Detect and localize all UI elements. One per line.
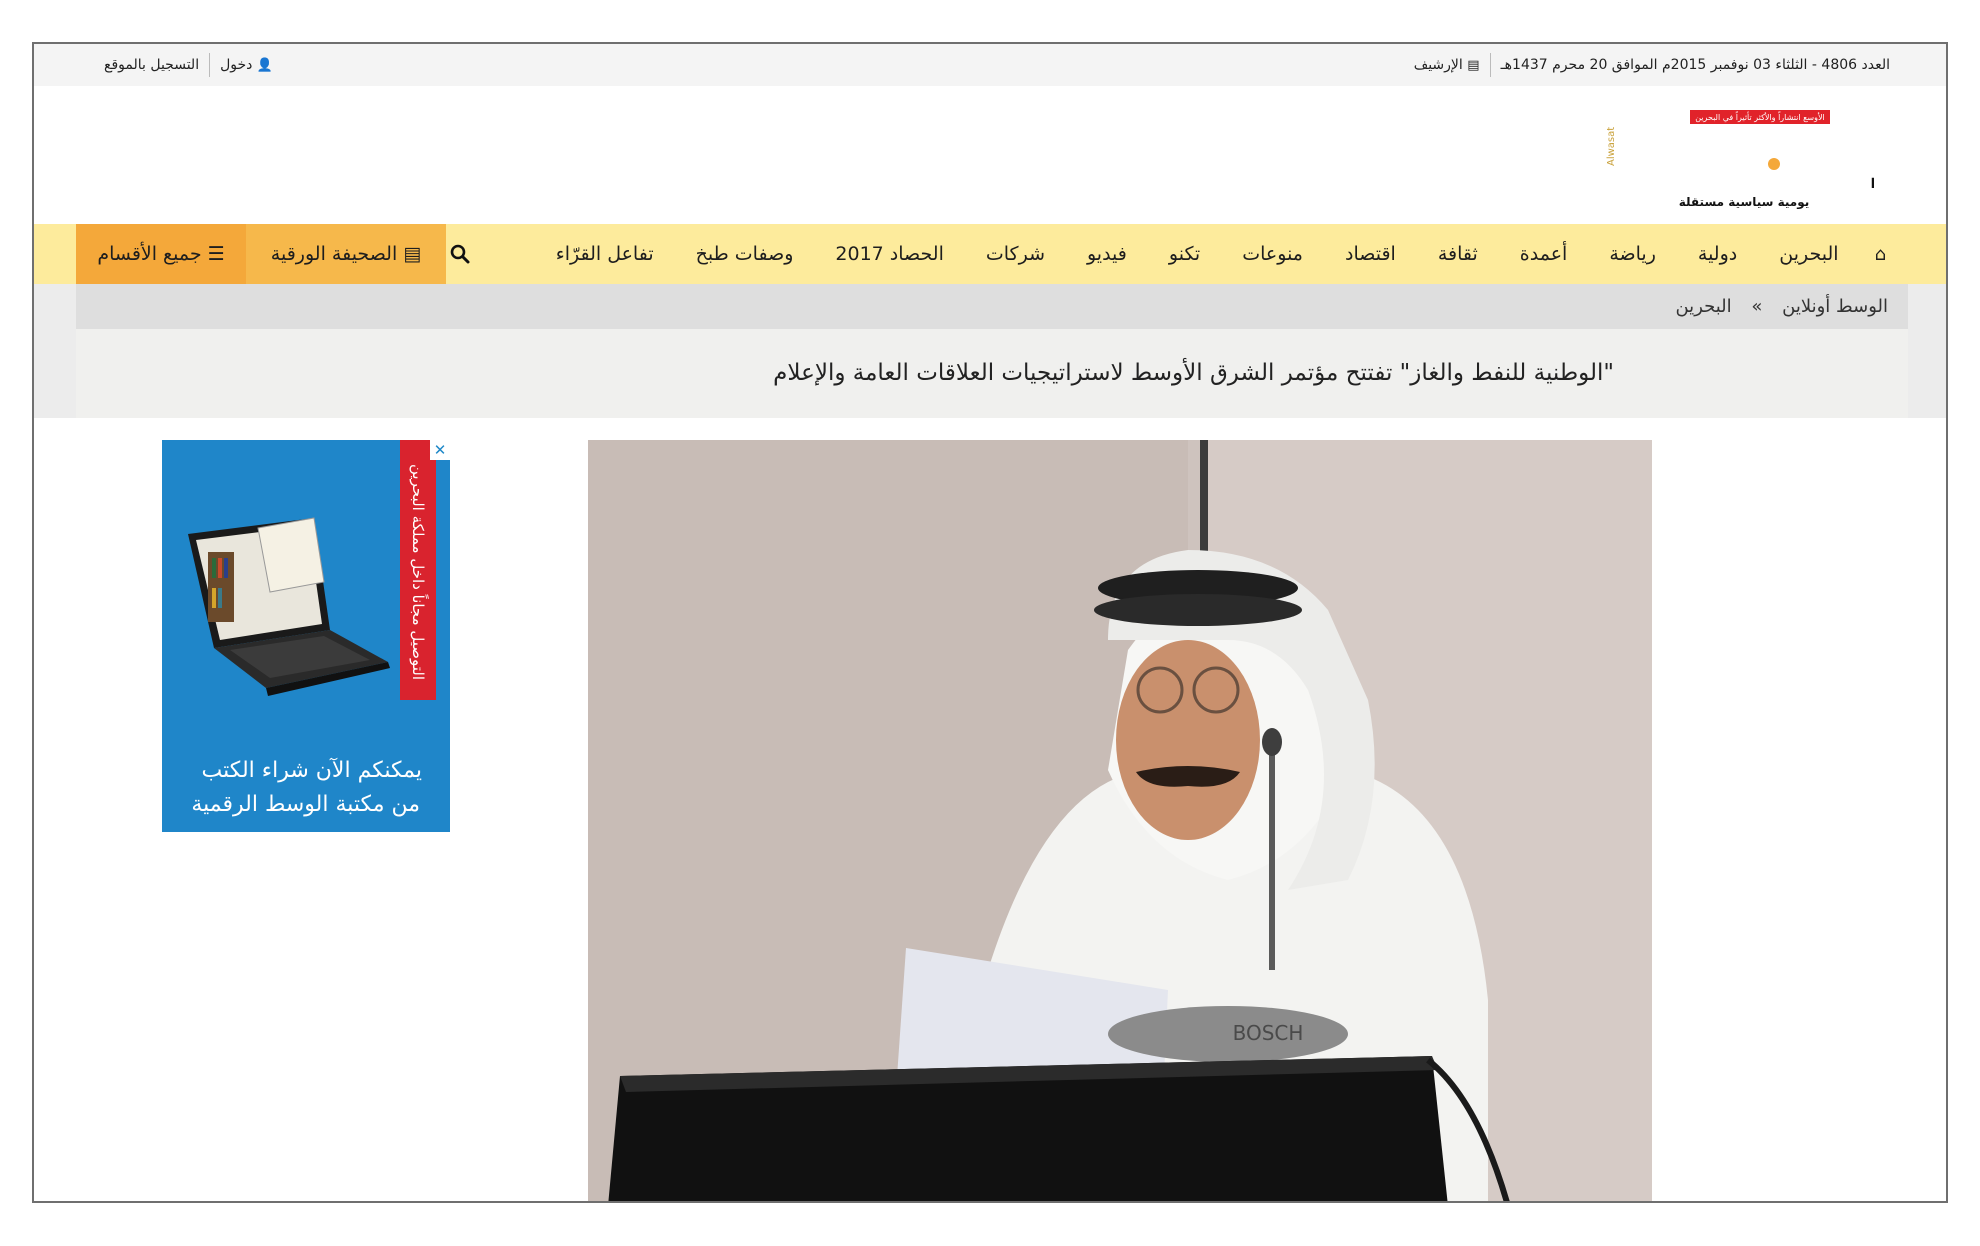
nav-item-economy[interactable]: اقتصاد [1345, 243, 1396, 265]
newspaper-icon: ▤ [1467, 58, 1480, 73]
breadcrumb-separator: » [1751, 296, 1763, 317]
ad-ribbon-text: التوصيل مجاناً داخل مملكة البحرين [409, 463, 427, 681]
user-icon: 👤 [256, 58, 274, 73]
top-bar: العدد 4806 - الثلثاء 03 نوفمبر 2015م الم… [34, 44, 1946, 86]
home-icon[interactable]: ⌂ [1875, 244, 1886, 265]
nav-item-misc[interactable]: منوعات [1242, 243, 1303, 265]
divider [1489, 53, 1491, 77]
logo-latin: Alwasat [1606, 127, 1617, 166]
book-store-ad[interactable]: التوصيل مجاناً داخل مملكة البحرين ✕ يمكن… [162, 440, 450, 832]
search-icon[interactable] [449, 243, 471, 265]
breadcrumb-home[interactable]: الوسط أونلاين [1782, 296, 1888, 317]
nav-item-techno[interactable]: تكنو [1169, 243, 1200, 265]
divider [209, 53, 211, 77]
ad-subline: من مكتبة الوسط الرقمية [191, 792, 420, 817]
breadcrumb-inner: الوسط أونلاين » البحرين [1675, 284, 1888, 329]
account-links: التسجيل بالموقع دخول 👤 [104, 44, 273, 86]
logo-wordmark: الوسط [1866, 113, 1874, 208]
nav-item-sports[interactable]: رياضة [1609, 243, 1656, 265]
nav-item-culture[interactable]: ثقافة [1438, 243, 1478, 265]
main-nav: ⌂ البحرين دولية رياضة أعمدة ثقافة اقتصاد… [34, 224, 1946, 284]
issue-date: العدد 4806 - الثلثاء 03 نوفمبر 2015م الم… [1500, 57, 1890, 73]
logo-dot [1768, 158, 1780, 170]
site-logo[interactable]: الأوسع انتشاراً والأكثر تأثيراً في البحر… [1604, 106, 1874, 212]
logo-banner-text: الأوسع انتشاراً والأكثر تأثيراً في البحر… [1695, 111, 1825, 122]
mic-brand: BOSCH [1233, 1021, 1304, 1045]
logo-tagline: يومية سياسية مستقلة [1679, 195, 1810, 210]
nav-item-columns[interactable]: أعمدة [1520, 243, 1568, 265]
nav-item-companies[interactable]: شركات [986, 243, 1045, 265]
article-title: "الوطنية للنفط والغاز" تفتتح مؤتمر الشرق… [773, 360, 1614, 386]
archive-link[interactable]: ▤ الإرشيف [1414, 44, 1480, 86]
ad-headline: يمكنكم الآن شراء الكتب [201, 758, 422, 783]
nav-items: ⌂ البحرين دولية رياضة أعمدة ثقافة اقتصاد… [514, 224, 1886, 284]
nav-item-harvest-2017[interactable]: الحصاد 2017 [835, 243, 943, 265]
nav-item-recipes[interactable]: وصفات طبخ [696, 243, 794, 265]
breadcrumb: الوسط أونلاين » البحرين [76, 284, 1908, 329]
nav-item-reader-interaction[interactable]: تفاعل القرّاء [556, 243, 654, 265]
site-header: الأوسع انتشاراً والأكثر تأثيراً في البحر… [34, 86, 1946, 224]
breadcrumb-current[interactable]: البحرين [1675, 296, 1731, 317]
close-icon[interactable]: ✕ [430, 440, 450, 460]
browser-viewport: العدد 4806 - الثلثاء 03 نوفمبر 2015م الم… [32, 42, 1948, 1203]
all-sections-button[interactable]: ☰ جميع الأقسام [76, 224, 246, 284]
register-link[interactable]: التسجيل بالموقع [104, 44, 199, 86]
article-photo: BOSCH [588, 440, 1652, 1201]
print-edition-button[interactable]: ▤ الصحيفة الورقية [246, 224, 446, 284]
login-link[interactable]: دخول 👤 [220, 44, 273, 86]
newspaper-icon: ▤ [403, 243, 422, 265]
nav-item-international[interactable]: دولية [1698, 243, 1737, 265]
nav-item-video[interactable]: فيديو [1087, 243, 1127, 265]
article-title-box: "الوطنية للنفط والغاز" تفتتح مؤتمر الشرق… [76, 329, 1908, 418]
nav-item-bahrain[interactable]: البحرين [1779, 243, 1838, 265]
laptop-illustration [188, 517, 390, 696]
top-bar-info: العدد 4806 - الثلثاء 03 نوفمبر 2015م الم… [1414, 44, 1890, 86]
menu-icon: ☰ [207, 243, 225, 265]
